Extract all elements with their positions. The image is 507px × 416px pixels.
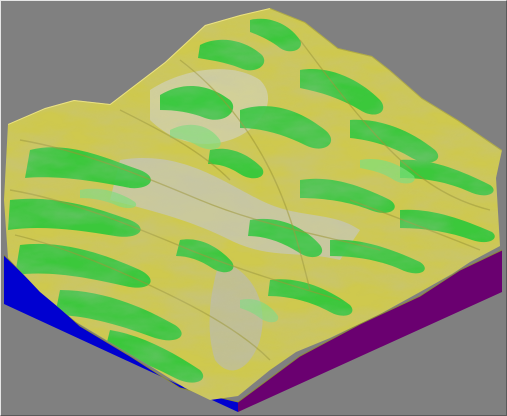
terrain-viewport[interactable] [0,0,507,416]
terrain-surface [4,8,502,400]
terrain-render [3,8,503,412]
